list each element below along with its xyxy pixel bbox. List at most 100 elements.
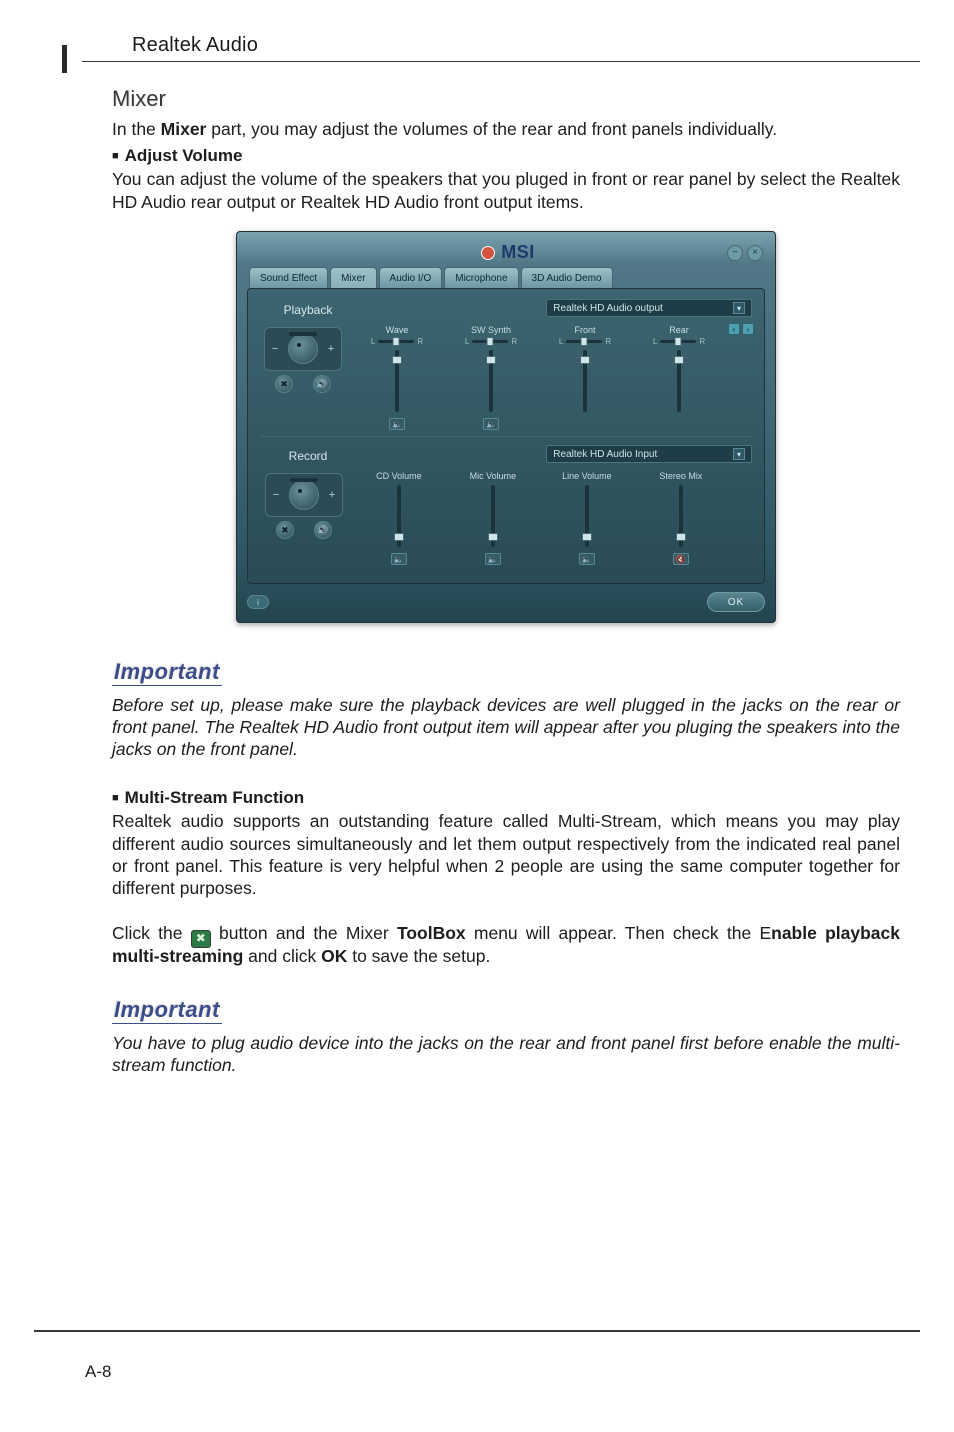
- mute-icon[interactable]: 🔈: [391, 553, 407, 565]
- toolbox-icon[interactable]: ✖: [275, 375, 293, 393]
- playback-sliders: Wave L R 🔈 SW Synth L R 🔈: [354, 325, 722, 430]
- slider-label: SW Synth: [448, 325, 534, 335]
- slider-front: Front LR: [542, 325, 628, 430]
- playback-device-dropdown[interactable]: Realtek HD Audio output ▾: [546, 299, 752, 317]
- important-label-2: Important: [112, 997, 222, 1024]
- app-footer: i OK: [245, 592, 767, 612]
- volume-slider[interactable]: [677, 350, 681, 412]
- dial-meter: [289, 332, 317, 336]
- volume-slider[interactable]: [397, 485, 401, 547]
- multi-stream-click: Click the ✖ button and the Mixer ToolBox…: [112, 922, 900, 967]
- mixer-panel: Playback Realtek HD Audio output ▾: [247, 288, 765, 584]
- dial-icon: [288, 334, 318, 364]
- slider-rear: Rear LR: [636, 325, 722, 430]
- scroll-left-icon[interactable]: ‹: [728, 323, 740, 335]
- adjust-volume-heading: Adjust Volume: [112, 146, 900, 166]
- toolbox-icon[interactable]: ✖: [276, 521, 294, 539]
- text: In the: [112, 119, 161, 139]
- playback-label: Playback: [260, 299, 356, 317]
- minus-icon: −: [270, 489, 282, 501]
- record-master: − + ✖ 🔊: [260, 469, 348, 539]
- tab-microphone[interactable]: Microphone: [444, 267, 518, 288]
- ok-button[interactable]: OK: [707, 592, 765, 612]
- text: to save the setup.: [347, 946, 490, 966]
- msi-brand-text: MSI: [501, 242, 535, 263]
- msi-badge-icon: [481, 246, 495, 260]
- slider-wave: Wave L R 🔈: [354, 325, 440, 430]
- page-bottom-rule: [34, 1330, 920, 1332]
- bal-l: L: [653, 337, 657, 346]
- volume-slider[interactable]: [583, 350, 587, 412]
- bal-r: R: [511, 337, 517, 346]
- volume-slider[interactable]: [679, 485, 683, 547]
- slider-label: Line Volume: [544, 471, 630, 481]
- page-number: A-8: [85, 1362, 111, 1382]
- playback-header-row: Playback Realtek HD Audio output ▾: [260, 299, 752, 317]
- content-area: Mixer In the Mixer part, you may adjust …: [112, 86, 900, 1076]
- playback-device-value: Realtek HD Audio output: [553, 303, 663, 314]
- playback-master: − + ✖ 🔊: [260, 323, 346, 393]
- text-bold-mixer: Mixer: [161, 119, 207, 139]
- text: and click: [243, 946, 321, 966]
- mute-icon[interactable]: 🔈: [579, 553, 595, 565]
- bal-l: L: [465, 337, 469, 346]
- balance-slider[interactable]: [378, 340, 414, 343]
- mute-icon[interactable]: 🔈: [483, 418, 499, 430]
- slider-stereo-mix: Stereo Mix 🔇: [638, 471, 724, 565]
- tab-sound-effect[interactable]: Sound Effect: [249, 267, 328, 288]
- playback-scroll: ‹ ›: [730, 323, 752, 335]
- scroll-right-icon[interactable]: ›: [742, 323, 754, 335]
- slider-cd-volume: CD Volume 🔈: [356, 471, 442, 565]
- balance-slider[interactable]: [660, 340, 696, 343]
- plus-icon: +: [326, 489, 338, 501]
- playback-master-dial[interactable]: − +: [264, 327, 342, 371]
- record-mute-icon[interactable]: 🔊: [314, 521, 332, 539]
- text-bold-toolbox: ToolBox: [397, 923, 466, 943]
- text: menu will appear. Then check the E: [466, 923, 771, 943]
- text: button and the Mixer: [211, 923, 397, 943]
- balance-slider[interactable]: [566, 340, 602, 343]
- close-icon[interactable]: ×: [747, 245, 763, 261]
- record-device-dropdown[interactable]: Realtek HD Audio Input ▾: [546, 445, 752, 463]
- chevron-down-icon: ▾: [733, 448, 745, 460]
- mute-icon[interactable]: 🔈: [389, 418, 405, 430]
- chevron-down-icon: ▾: [733, 302, 745, 314]
- multi-stream-heading: Multi-Stream Function: [112, 788, 900, 808]
- tab-mixer[interactable]: Mixer: [330, 267, 376, 288]
- tab-3d-audio-demo[interactable]: 3D Audio Demo: [521, 267, 613, 288]
- mixer-heading: Mixer: [112, 86, 900, 112]
- mute-icon[interactable]: 🔈: [485, 553, 501, 565]
- tab-bar: Sound Effect Mixer Audio I/O Microphone …: [245, 265, 767, 288]
- record-header-row: Record Realtek HD Audio Input ▾: [260, 445, 752, 463]
- slider-label: Wave: [354, 325, 440, 335]
- mixer-intro: In the Mixer part, you may adjust the vo…: [112, 118, 900, 140]
- playback-mute-icon[interactable]: 🔊: [313, 375, 331, 393]
- slider-mic-volume: Mic Volume 🔈: [450, 471, 536, 565]
- record-master-dial[interactable]: − +: [265, 473, 343, 517]
- text: part, you may adjust the volumes of the …: [206, 119, 777, 139]
- volume-slider[interactable]: [395, 350, 399, 412]
- mute-muted-icon[interactable]: 🔇: [673, 553, 689, 565]
- bal-l: L: [371, 337, 375, 346]
- bal-r: R: [605, 337, 611, 346]
- info-icon[interactable]: i: [247, 595, 269, 609]
- bal-r: R: [417, 337, 423, 346]
- volume-slider[interactable]: [491, 485, 495, 547]
- volume-slider[interactable]: [489, 350, 493, 412]
- divider: [260, 436, 752, 437]
- document-page: Realtek Audio Mixer In the Mixer part, y…: [0, 0, 954, 1432]
- msi-logo: MSI: [481, 242, 535, 263]
- minimize-icon[interactable]: −: [727, 245, 743, 261]
- volume-slider[interactable]: [585, 485, 589, 547]
- realtek-mixer-window: MSI − × Sound Effect Mixer Audio I/O Mic…: [236, 231, 776, 623]
- important-text-1: Before set up, please make sure the play…: [112, 694, 900, 760]
- balance-slider[interactable]: [472, 340, 508, 343]
- multi-stream-para: Realtek audio supports an outstanding fe…: [112, 810, 900, 900]
- tab-audio-io[interactable]: Audio I/O: [379, 267, 443, 288]
- slider-label: Rear: [636, 325, 722, 335]
- important-text-2: You have to plug audio device into the j…: [112, 1032, 900, 1076]
- slider-label: Stereo Mix: [638, 471, 724, 481]
- plus-icon: +: [325, 343, 337, 355]
- section-title: Realtek Audio: [82, 28, 920, 62]
- section-side-bar: [62, 45, 67, 73]
